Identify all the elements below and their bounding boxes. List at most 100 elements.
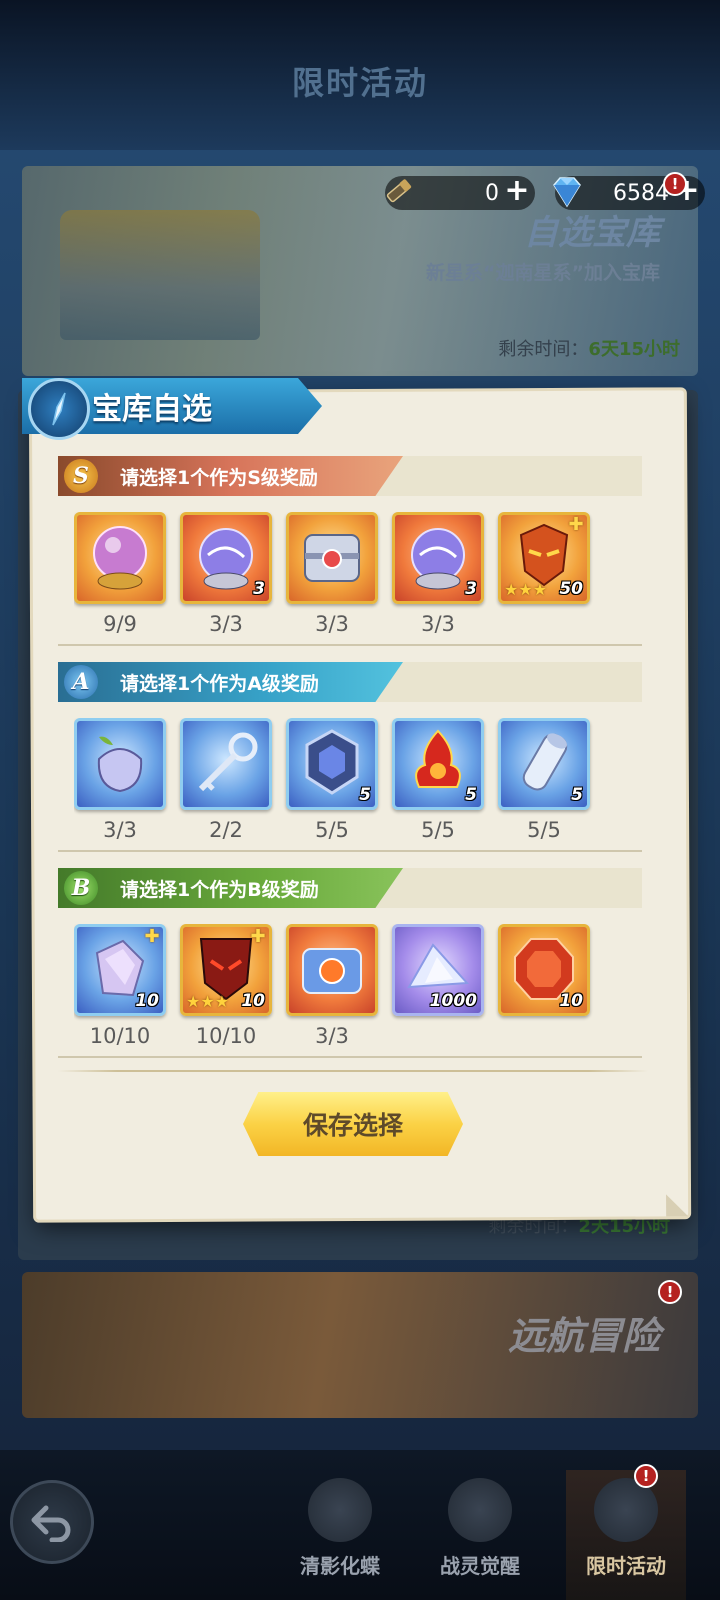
item-quantity: 5 — [465, 785, 477, 805]
reward-item-partial — [608, 924, 626, 1016]
section-header: B 请选择1个作为B级奖励 — [58, 868, 642, 908]
star-rating: ★★★ — [186, 992, 230, 1011]
crystal-orb-icon — [74, 512, 166, 604]
timer-value: 2天15小时 — [578, 1216, 670, 1237]
section-s-grade: S 请选择1个作为S级奖励 9/9 3 3/3 3/3 3 3/3 ✚ ★★★ … — [58, 456, 642, 646]
tab-butterfly[interactable]: 清影化蝶 — [280, 1470, 400, 1600]
rainbow-crystal-icon: ✚ 10 — [74, 924, 166, 1016]
save-selection-button[interactable]: 保存选择 — [243, 1092, 463, 1156]
crystal-dust-icon: 1000 — [392, 924, 484, 1016]
laurel-icon — [308, 1478, 372, 1542]
item-quantity: 10 — [559, 991, 583, 1011]
section-label: 请选择1个作为A级奖励 — [120, 673, 319, 695]
spirit-icon — [448, 1478, 512, 1542]
chest-orb-icon — [286, 924, 378, 1016]
claim-count: 3/3 — [315, 1024, 349, 1048]
tab-label: 战灵觉醒 — [440, 1554, 520, 1578]
item-quantity: 3 — [253, 579, 265, 599]
tab-awakening[interactable]: 战灵觉醒 — [420, 1470, 540, 1600]
compass-icon — [28, 378, 90, 440]
item-quantity: 1000 — [429, 991, 477, 1011]
notification-badge: ! — [658, 1280, 682, 1304]
claim-count: 5/5 — [421, 818, 455, 842]
vault-banner-timer: 剩余时间：6天15小时 — [498, 335, 680, 361]
section-a-grade: A 请选择1个作为A级奖励 3/3 2/2 5 5/5 5 5/5 5 5/5 — [58, 662, 642, 852]
panel-title: 宝库自选 — [92, 392, 212, 427]
rune-shield-icon: 5 — [286, 718, 378, 810]
diamond-value: 6584 — [613, 180, 669, 206]
claim-count: 3/3 — [315, 612, 349, 636]
a-grade-badge-icon: A — [64, 665, 98, 699]
reward-list[interactable]: 3/3 2/2 5 5/5 5 5/5 5 5/5 — [74, 718, 626, 848]
purple-orb-icon: 3 — [180, 512, 272, 604]
item-quantity: 5 — [571, 785, 583, 805]
timer-label: 剩余时间： — [498, 339, 589, 360]
divider — [58, 1056, 642, 1058]
item-quantity: 5 — [359, 785, 371, 805]
tab-label: 限时活动 — [586, 1554, 666, 1578]
item-quantity: 50 — [559, 579, 583, 599]
tab-limited-event[interactable]: 限时活动 — [566, 1470, 686, 1600]
claim-count: 3/3 — [103, 818, 137, 842]
s-grade-badge-icon: S — [64, 459, 98, 493]
treasure-chest-icon — [286, 512, 378, 604]
section-label: 请选择1个作为S级奖励 — [120, 467, 318, 489]
timer-value: 6天15小时 — [588, 339, 680, 360]
reward-item[interactable]: 1000 — [392, 924, 484, 1054]
shadow-mask-icon: ✚ ★★★ 10 — [180, 924, 272, 1016]
reward-item[interactable]: 3/3 — [286, 512, 378, 642]
reward-item[interactable]: 3/3 — [286, 924, 378, 1054]
claim-count: 9/9 — [103, 612, 137, 636]
fragment-icon: ✚ — [250, 926, 266, 947]
section-label: 请选择1个作为B级奖励 — [120, 879, 319, 901]
flashlight-value: 0 — [485, 180, 499, 206]
purple-orb-icon: 3 — [392, 512, 484, 604]
page-title: 限时活动 — [291, 64, 428, 102]
notification-badge: ! — [663, 172, 687, 196]
fragment-icon: ✚ — [568, 514, 584, 535]
reward-item[interactable]: 3 3/3 — [180, 512, 272, 642]
reward-list: 9/9 3 3/3 3/3 3 3/3 ✚ ★★★ 50 — [74, 512, 626, 642]
reward-item[interactable]: 2/2 — [180, 718, 272, 848]
claim-count: 2/2 — [209, 818, 243, 842]
claim-count: 5/5 — [527, 818, 561, 842]
reward-item-partial — [608, 718, 626, 810]
claim-count: 3/3 — [209, 612, 243, 636]
chest-illustration — [60, 210, 260, 340]
reward-item[interactable]: 3 3/3 — [392, 512, 484, 642]
ruby-gem-icon: 10 — [498, 924, 590, 1016]
section-header: A 请选择1个作为A级奖励 — [58, 662, 642, 702]
vault-banner-title: 自选宝库 — [524, 213, 660, 253]
voyage-banner-title: 远航冒险 — [507, 1314, 660, 1358]
section-b-grade: B 请选择1个作为B级奖励 ✚ 10 10/10 ✚ ★★★ 10 10/10 — [58, 868, 642, 1058]
reward-item[interactable]: 5 5/5 — [392, 718, 484, 848]
divider — [58, 644, 642, 646]
claim-count: 5/5 — [315, 818, 349, 842]
back-button[interactable] — [10, 1480, 94, 1564]
item-quantity: 3 — [465, 579, 477, 599]
star-rating: ★★★ — [504, 580, 548, 599]
reward-item[interactable]: ✚ ★★★ 50 — [498, 512, 590, 642]
notification-badge: ! — [634, 1464, 658, 1488]
reward-item[interactable]: 9/9 — [74, 512, 166, 642]
item-quantity: 10 — [241, 991, 265, 1011]
reward-item[interactable]: 5 5/5 — [498, 718, 590, 848]
mask-fragment-icon: ✚ ★★★ 50 — [498, 512, 590, 604]
page-corner — [666, 1194, 689, 1217]
flashlight-currency: 0 + — [385, 176, 535, 210]
claim-count: 10/10 — [89, 1024, 151, 1048]
vault-banner-subtitle: 新星系“迦南星系”加入宝库 — [426, 262, 660, 284]
reward-item[interactable]: 5 5/5 — [286, 718, 378, 848]
timer-label: 剩余时间： — [488, 1216, 579, 1237]
b-grade-badge-icon: B — [64, 871, 98, 905]
reward-item[interactable]: 3/3 — [74, 718, 166, 848]
add-flashlight-button[interactable]: + — [503, 176, 531, 206]
reward-list[interactable]: ✚ 10 10/10 ✚ ★★★ 10 10/10 3/3 1000 10 — [74, 924, 626, 1054]
tab-label: 清影化蝶 — [300, 1554, 380, 1578]
section-header: S 请选择1个作为S级奖励 — [58, 456, 642, 496]
reward-item[interactable]: 10 — [498, 924, 590, 1054]
reward-item[interactable]: ✚ ★★★ 10 10/10 — [180, 924, 272, 1054]
silver-key-icon — [180, 718, 272, 810]
divider — [58, 850, 642, 852]
reward-item[interactable]: ✚ 10 10/10 — [74, 924, 166, 1054]
